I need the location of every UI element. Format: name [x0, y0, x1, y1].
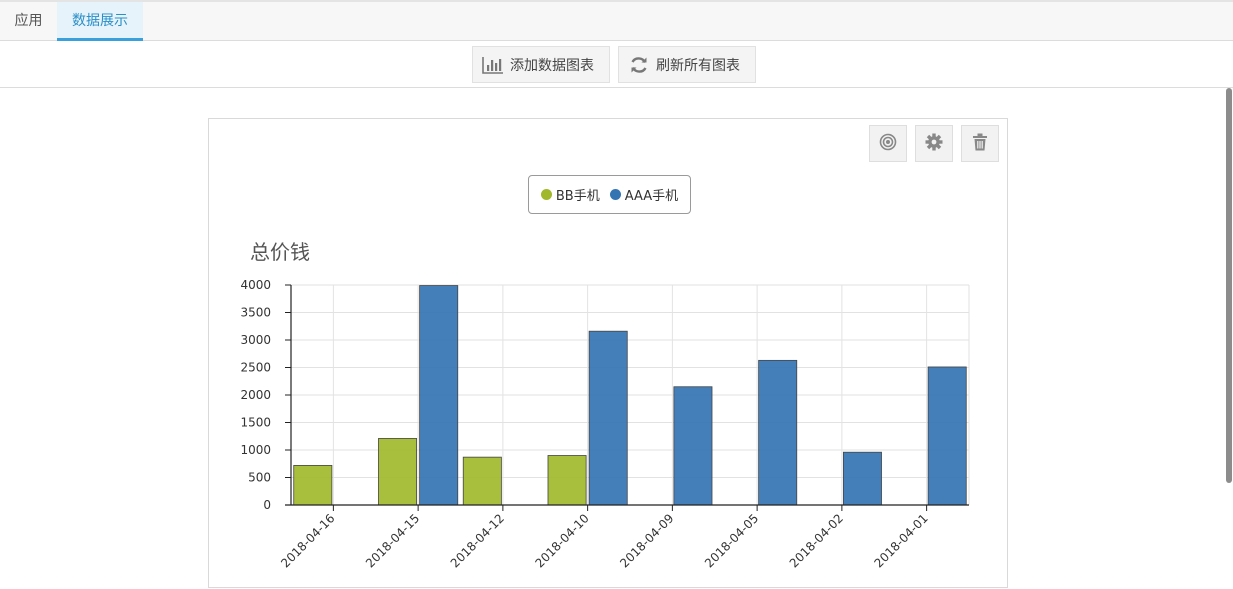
- bar-chart-icon: [481, 55, 505, 75]
- y-tick-label: 500: [248, 471, 271, 485]
- bar-aaa: [927, 366, 967, 506]
- refresh-all-label: 刷新所有图表: [656, 57, 740, 74]
- y-tick-label: 2500: [240, 361, 271, 375]
- page-scrollbar[interactable]: [1226, 88, 1232, 483]
- bar-bb: [462, 456, 502, 506]
- y-tick-label: 0: [263, 498, 271, 512]
- bar-aaa: [842, 451, 882, 506]
- bar-chart: 0 500 1000 1500 2000 2500 3000 3500 4000 2018-04-…: [240, 278, 970, 570]
- bar-bb: [547, 455, 587, 506]
- y-tick-label: 1000: [240, 443, 271, 457]
- x-tick-label: 2018-04-01: [872, 511, 931, 570]
- y-tick-label: 3500: [240, 306, 271, 320]
- y-tick-label: 3000: [240, 333, 271, 347]
- tab-data-display[interactable]: 数据展示: [57, 2, 143, 41]
- x-tick-label: 2018-04-09: [617, 511, 676, 570]
- add-chart-button[interactable]: 添加数据图表: [472, 46, 610, 83]
- x-tick-label: 2018-04-10: [533, 511, 592, 570]
- tab-data-display-label: 数据展示: [72, 13, 128, 29]
- x-tick-label: 2018-04-02: [787, 511, 846, 570]
- bar-aaa: [588, 330, 628, 506]
- chart-card: BB手机 AAA手机 总价钱 0 500 1000 1500 2000 2500 3000 3…: [208, 118, 1008, 588]
- bar-bb: [378, 438, 418, 506]
- tab-apps-label: 应用: [14, 13, 43, 29]
- x-tick-label: 2018-04-05: [702, 511, 761, 570]
- bar-aaa: [419, 285, 459, 506]
- refresh-all-button[interactable]: 刷新所有图表: [618, 46, 756, 83]
- y-tick-label: 2000: [240, 388, 271, 402]
- x-tick-label: 2018-04-15: [363, 511, 422, 570]
- y-tick-label: 4000: [240, 278, 271, 292]
- bar-aaa: [758, 359, 798, 506]
- bar-aaa: [673, 386, 713, 506]
- x-tick-label: 2018-04-12: [448, 511, 507, 570]
- tab-apps[interactable]: 应用: [0, 2, 57, 40]
- toolbar: 添加数据图表 刷新所有图表: [0, 41, 1233, 88]
- top-tab-bar: 应用 数据展示: [0, 0, 1233, 41]
- y-tick-label: 1500: [240, 416, 271, 430]
- x-tick-label: 2018-04-16: [278, 511, 337, 570]
- bar-bb: [293, 464, 333, 506]
- add-chart-label: 添加数据图表: [510, 57, 594, 74]
- refresh-icon: [627, 55, 651, 75]
